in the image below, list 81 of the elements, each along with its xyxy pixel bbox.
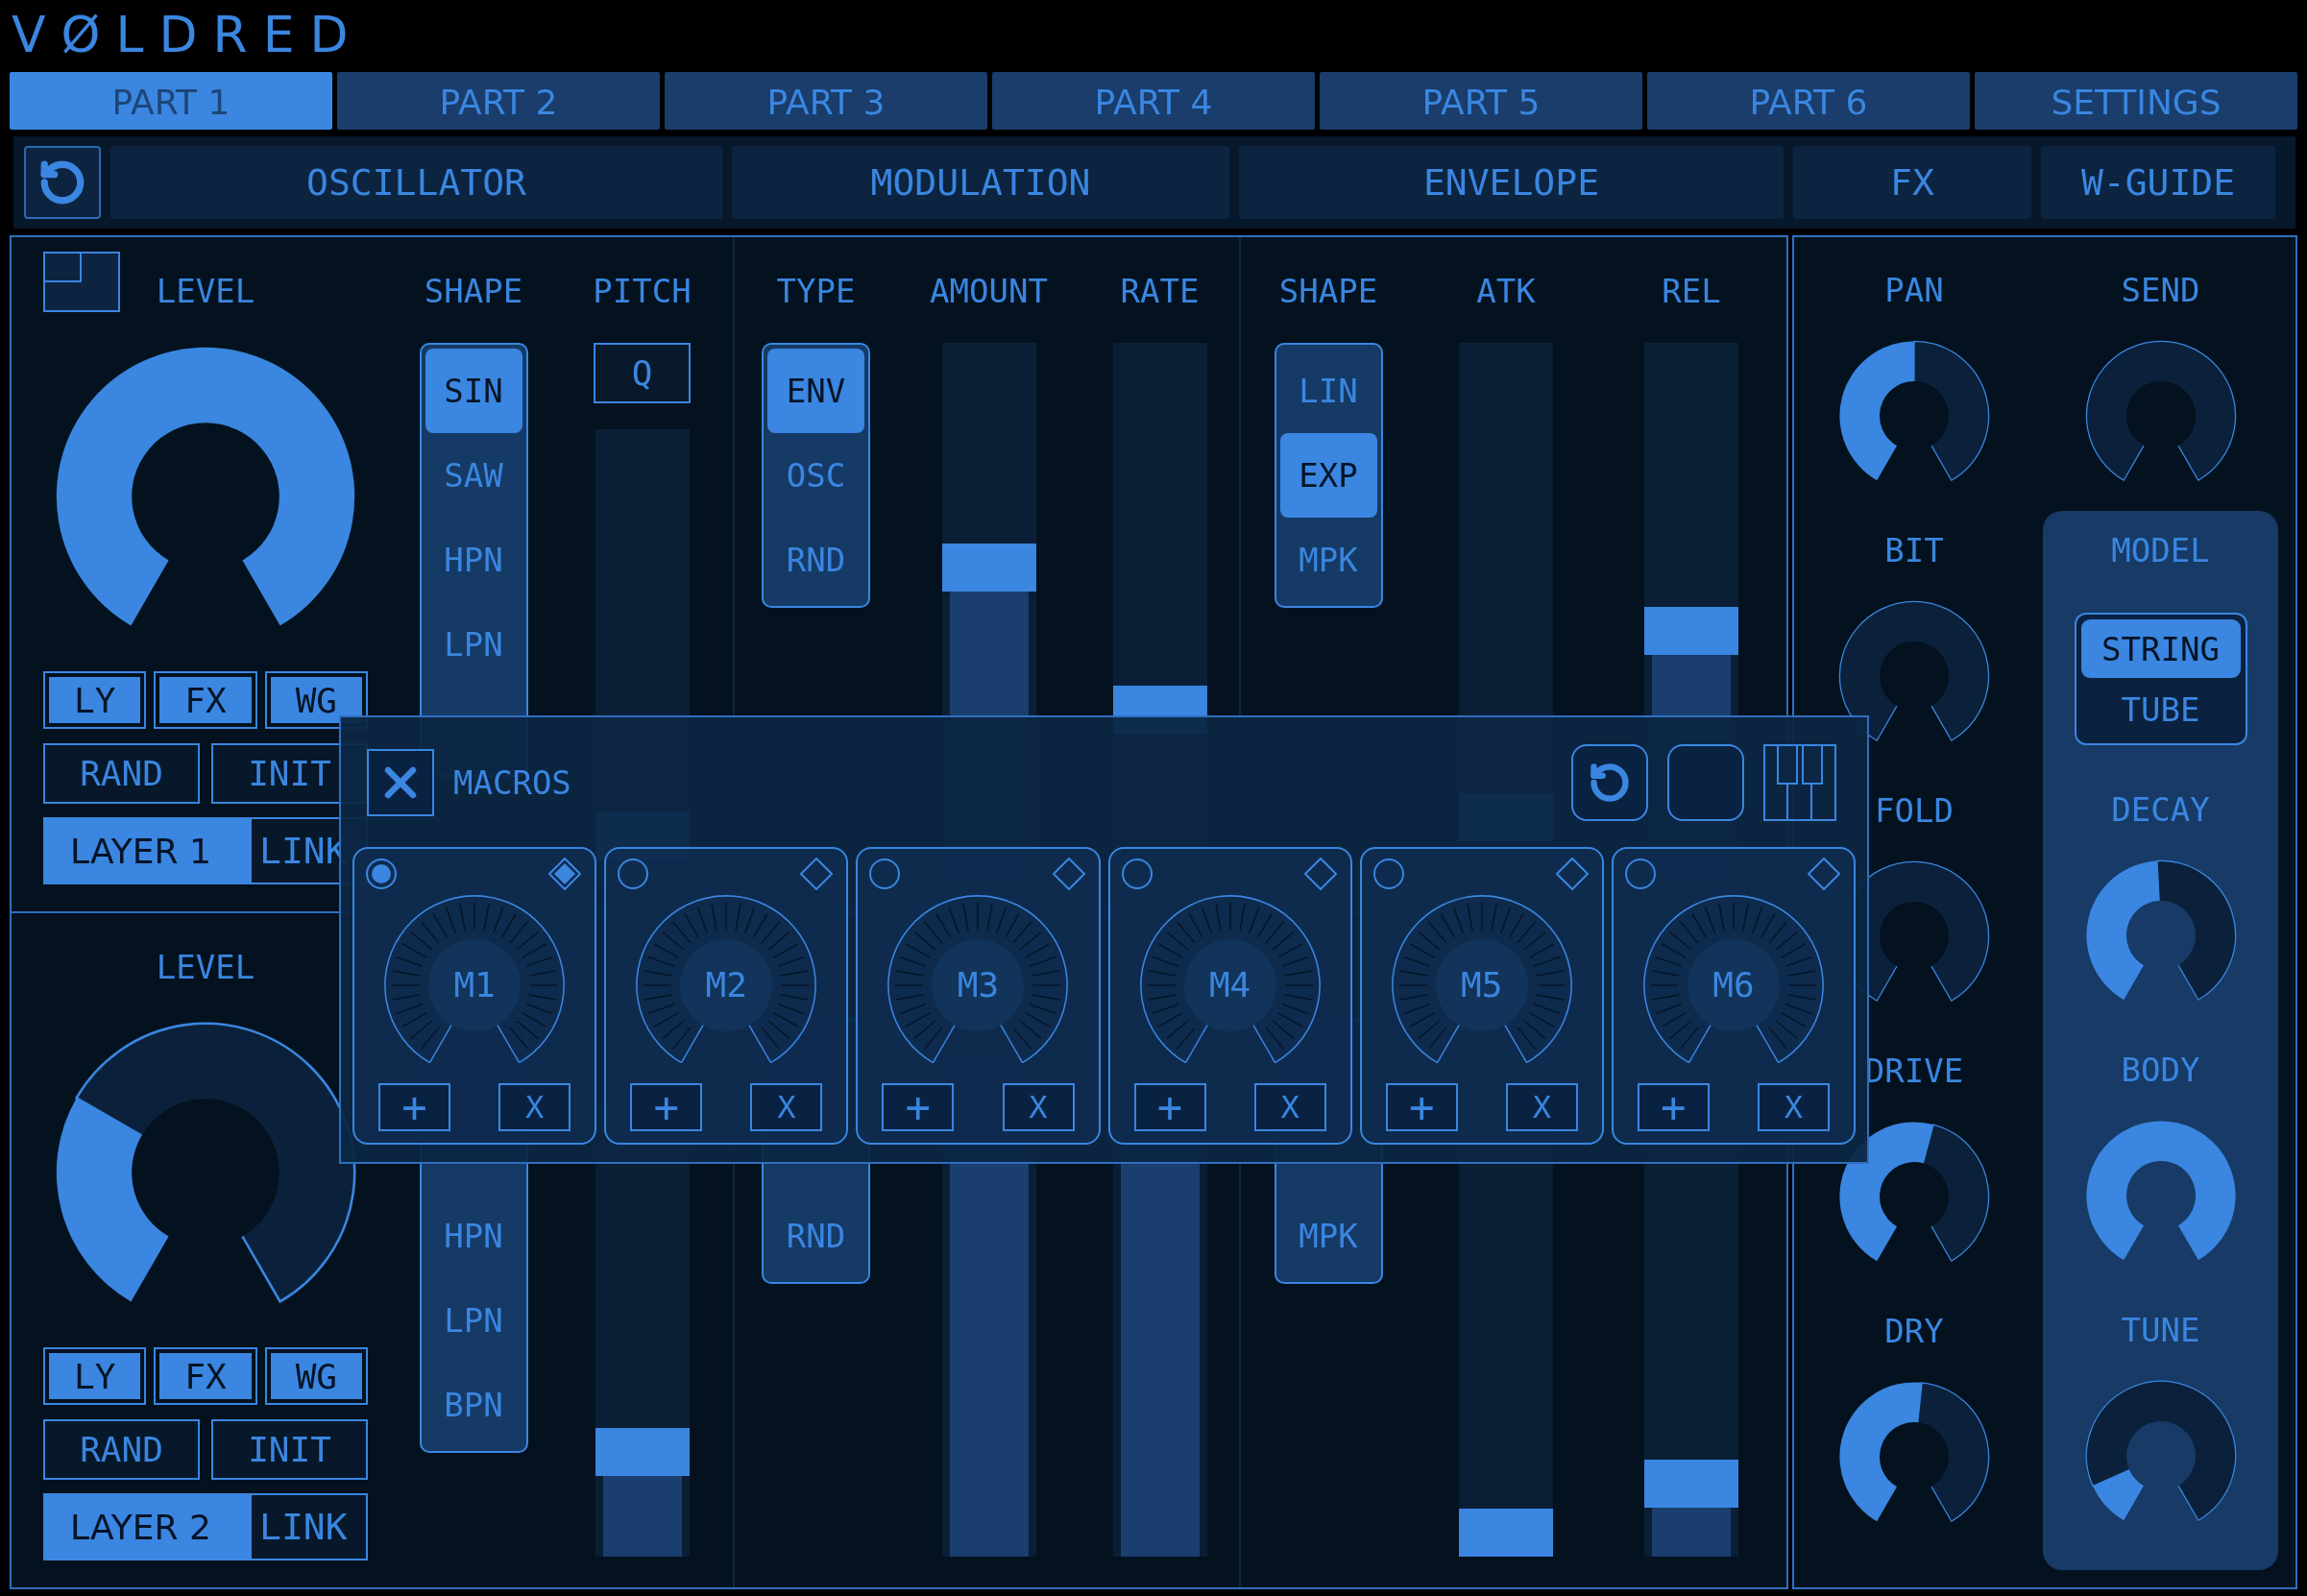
knob-label: TUNE	[2121, 1311, 2200, 1349]
action-button[interactable]: RAND	[43, 1419, 200, 1480]
option-item[interactable]: ENV	[767, 349, 864, 433]
option-item[interactable]: EXP	[1279, 433, 1377, 518]
option-item[interactable]: SIN	[425, 349, 522, 433]
action-button[interactable]: RAND	[43, 743, 200, 804]
remove-button[interactable]: X	[750, 1083, 823, 1131]
section-button[interactable]: ENVELOPE	[1239, 146, 1784, 219]
option-item[interactable]: OSC	[767, 433, 864, 518]
option-item[interactable]: HPN	[425, 1194, 522, 1278]
column-label: SHAPE	[1278, 272, 1378, 310]
macro-name: M6	[1712, 966, 1756, 1004]
add-button[interactable]: +	[1133, 1083, 1206, 1131]
remove-button[interactable]: X	[498, 1083, 571, 1131]
part-tab[interactable]: PART 1	[10, 72, 332, 130]
knob-label: FOLD	[1875, 791, 1954, 830]
knob-label: PAN	[1884, 271, 1944, 309]
part-tab[interactable]: SETTINGS	[1975, 72, 2297, 130]
option-item[interactable]: MPK	[1279, 1194, 1377, 1278]
remove-button[interactable]: X	[1253, 1083, 1326, 1131]
macro-name: M1	[452, 966, 497, 1004]
part-tab[interactable]: PART 3	[665, 72, 987, 130]
section-button[interactable]: MODULATION	[732, 146, 1229, 219]
toggle-button[interactable]: LY	[43, 1347, 147, 1405]
part-tab[interactable]: PART 4	[992, 72, 1315, 130]
column-label: RATE	[1120, 272, 1200, 310]
macro-name: M4	[1207, 966, 1252, 1004]
remove-button[interactable]: X	[1002, 1083, 1075, 1131]
model-label: MODEL	[2111, 531, 2210, 569]
knob-label: DRY	[1884, 1312, 1944, 1350]
level-label: LEVEL	[156, 272, 255, 310]
macros-title: MACROS	[453, 762, 572, 802]
remove-button[interactable]: X	[1758, 1083, 1830, 1131]
logo: VØLDRED	[12, 10, 364, 60]
level-label: LEVEL	[156, 948, 255, 986]
option-item[interactable]: BPN	[425, 1363, 522, 1447]
option-item[interactable]: RND	[767, 518, 864, 602]
add-button[interactable]: +	[630, 1083, 703, 1131]
model-option[interactable]: TUBE	[2080, 680, 2241, 738]
macro-name: M5	[1460, 966, 1504, 1004]
knob-label: BIT	[1884, 531, 1944, 569]
column-label: SHAPE	[424, 272, 523, 310]
column-label: ATK	[1476, 272, 1536, 310]
option-item[interactable]: LPN	[425, 602, 522, 687]
part-tab[interactable]: PART 2	[337, 72, 660, 130]
macro-name: M2	[704, 966, 748, 1004]
option-item[interactable]: HPN	[425, 518, 522, 602]
model-option[interactable]: STRING	[2080, 619, 2241, 678]
part-tab[interactable]: PART 6	[1647, 72, 1970, 130]
option-item[interactable]: LPN	[425, 1278, 522, 1363]
column-label: PITCH	[593, 272, 692, 310]
column-label: AMOUNT	[930, 272, 1048, 310]
layer-button[interactable]: LAYER 1	[43, 817, 250, 884]
layer-button[interactable]: LAYER 2	[43, 1493, 250, 1560]
knob-label: SEND	[2121, 271, 2200, 309]
option-item[interactable]: MPK	[1279, 518, 1377, 602]
toggle-button[interactable]: WG	[264, 1347, 368, 1405]
add-button[interactable]: +	[378, 1083, 450, 1131]
link-button[interactable]: LINK	[250, 1493, 368, 1560]
toggle-button[interactable]: LY	[43, 671, 147, 729]
add-button[interactable]: +	[1637, 1083, 1710, 1131]
option-item[interactable]: LIN	[1279, 349, 1377, 433]
toggle-button[interactable]: FX	[154, 1347, 257, 1405]
remove-button[interactable]: X	[1505, 1083, 1578, 1131]
add-button[interactable]: +	[1385, 1083, 1458, 1131]
quantize-button[interactable]: Q	[594, 343, 691, 403]
knob-label: BODY	[2121, 1051, 2200, 1089]
action-button[interactable]: INIT	[211, 1419, 368, 1480]
section-button[interactable]: OSCILLATOR	[110, 146, 722, 219]
section-button[interactable]: FX	[1793, 146, 2031, 219]
toggle-button[interactable]: FX	[154, 671, 257, 729]
section-button[interactable]: W-GUIDE	[2041, 146, 2275, 219]
column-label: REL	[1662, 272, 1721, 310]
part-tab[interactable]: PART 5	[1320, 72, 1642, 130]
column-label: TYPE	[776, 272, 856, 310]
option-item[interactable]: RND	[767, 1194, 864, 1278]
toggle-button[interactable]: WG	[264, 671, 368, 729]
add-button[interactable]: +	[882, 1083, 955, 1131]
option-item[interactable]: SAW	[425, 433, 522, 518]
knob-label: DECAY	[2111, 790, 2210, 829]
macro-name: M3	[956, 966, 1001, 1004]
